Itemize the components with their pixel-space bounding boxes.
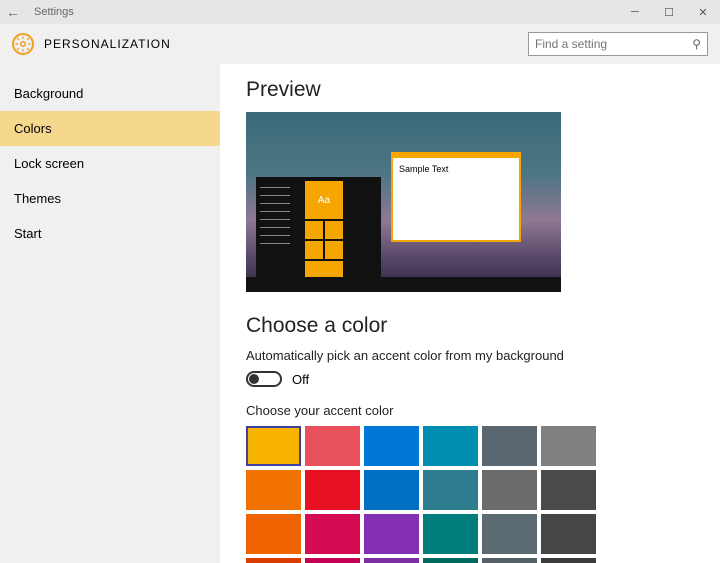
accent-color-label: Choose your accent color [246,403,720,418]
minimize-button[interactable]: ─ [618,6,652,18]
sidebar-item-themes[interactable]: Themes [0,181,220,216]
accent-swatch[interactable] [364,514,419,554]
sidebar-item-start[interactable]: Start [0,216,220,251]
sidebar-item-lock-screen[interactable]: Lock screen [0,146,220,181]
accent-swatch[interactable] [482,558,537,563]
back-button[interactable]: ← [0,4,26,20]
search-icon: ⚲ [692,37,701,51]
accent-swatch[interactable] [246,470,301,510]
accent-swatch[interactable] [364,558,419,563]
search-input[interactable] [535,37,692,51]
titlebar: ← Settings ─ ☐ ✕ [0,0,720,24]
preview-window: Sample Text [391,152,521,242]
preview-sample-text: Sample Text [393,158,519,180]
auto-pick-toggle[interactable] [246,371,282,387]
window-title: Settings [34,6,74,18]
accent-swatch[interactable] [541,426,596,466]
accent-swatch[interactable] [364,470,419,510]
auto-pick-label: Automatically pick an accent color from … [246,348,720,363]
accent-swatch[interactable] [246,514,301,554]
choose-color-heading: Choose a color [246,314,720,338]
preview-heading: Preview [246,78,720,102]
accent-swatch[interactable] [541,558,596,563]
maximize-button[interactable]: ☐ [652,6,686,19]
preview-taskbar [246,277,561,292]
header: PERSONALIZATION ⚲ [0,24,720,64]
accent-swatch[interactable] [305,426,360,466]
accent-swatch[interactable] [246,426,301,466]
accent-swatch[interactable] [482,514,537,554]
accent-swatch[interactable] [423,514,478,554]
gear-icon [12,33,34,55]
accent-swatch[interactable] [482,470,537,510]
search-box[interactable]: ⚲ [528,32,708,56]
sidebar-item-background[interactable]: Background [0,76,220,111]
accent-swatch[interactable] [423,558,478,563]
preview-pane: Aa Sample Text [246,112,561,292]
accent-swatch[interactable] [305,470,360,510]
accent-swatch[interactable] [423,426,478,466]
page-title: PERSONALIZATION [44,37,171,51]
toggle-state-label: Off [292,372,309,387]
close-button[interactable]: ✕ [686,6,720,19]
sidebar: BackgroundColorsLock screenThemesStart [0,64,220,563]
accent-swatch[interactable] [423,470,478,510]
preview-tile-aa: Aa [305,181,343,219]
accent-swatch[interactable] [305,558,360,563]
accent-swatch[interactable] [364,426,419,466]
accent-swatch-grid [246,426,616,563]
accent-swatch[interactable] [246,558,301,563]
accent-swatch[interactable] [541,514,596,554]
preview-startmenu: Aa [256,177,381,277]
main-content: Preview Aa Sample Text Choose a color [220,64,720,563]
accent-swatch[interactable] [541,470,596,510]
accent-swatch[interactable] [482,426,537,466]
sidebar-item-colors[interactable]: Colors [0,111,220,146]
accent-swatch[interactable] [305,514,360,554]
